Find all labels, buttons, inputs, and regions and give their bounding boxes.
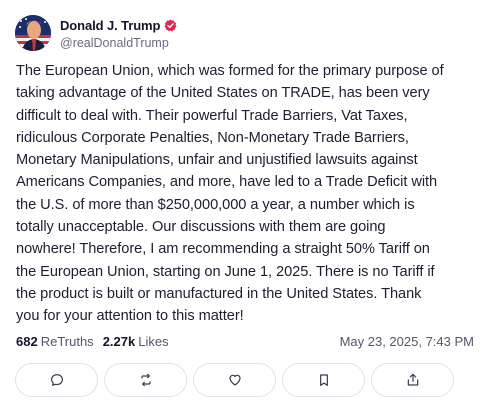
author-handle[interactable]: @realDonaldTrump — [60, 36, 177, 50]
post-text-line: you for your attention to this matter! — [16, 308, 244, 325]
retruths-count[interactable]: 682 — [16, 334, 38, 349]
post-text-line: difficult to deal with. Their powerful T… — [16, 107, 408, 124]
post-text-line: taking advantage of the United States on… — [16, 85, 430, 102]
post-timestamp[interactable]: May 23, 2025, 7:43 PM — [340, 334, 474, 349]
share-icon — [407, 373, 418, 386]
likes-label[interactable]: Likes — [138, 334, 168, 349]
likes-count[interactable]: 2.27k — [103, 334, 136, 349]
author-display-name[interactable]: Donald J. Trump — [60, 18, 160, 33]
like-icon — [228, 374, 241, 386]
verified-badge-icon — [164, 18, 177, 32]
reply-icon — [50, 374, 63, 386]
post-text-line: nowhere! Therefore, I am recommending a … — [16, 241, 430, 258]
display-name-row: Donald J. Trump — [60, 16, 177, 34]
avatar[interactable] — [15, 15, 51, 51]
post-card: Donald J. Trump @realDonaldTrump The Eur… — [0, 0, 487, 403]
post-text-line: totally unacceptable. Our discussions wi… — [16, 219, 386, 236]
post-text-line: ridiculous Corporate Penalties, Non-Mone… — [16, 129, 409, 146]
post-text-line: the U.S. of more than $250,000,000 a yea… — [16, 196, 415, 213]
bookmark-icon — [319, 374, 328, 386]
post-actions — [15, 363, 454, 397]
post-text-line: Monetary Manipulations, unfair and unjus… — [16, 152, 418, 169]
post-header: Donald J. Trump @realDonaldTrump — [15, 15, 177, 51]
retruths-label[interactable]: ReTruths — [41, 334, 94, 349]
avatar-image — [15, 15, 51, 51]
bookmark-button[interactable] — [282, 363, 365, 397]
share-button[interactable] — [371, 363, 454, 397]
post-body: The European Union, which was formed for… — [16, 60, 476, 328]
post-stats: 682 ReTruths 2.27k Likes — [16, 334, 169, 349]
retruth-button[interactable] — [104, 363, 187, 397]
post-text-line: The European Union, which was formed for… — [16, 63, 444, 79]
like-button[interactable] — [193, 363, 276, 397]
reply-button[interactable] — [15, 363, 98, 397]
retruth-icon — [140, 373, 151, 387]
post-text-line: the product is built or manufactured in … — [16, 285, 422, 302]
author-names: Donald J. Trump @realDonaldTrump — [60, 16, 177, 50]
post-text-line: the European Union, starting on June 1, … — [16, 263, 435, 280]
post-text-line: Americans Companies, and more, have led … — [16, 174, 438, 191]
